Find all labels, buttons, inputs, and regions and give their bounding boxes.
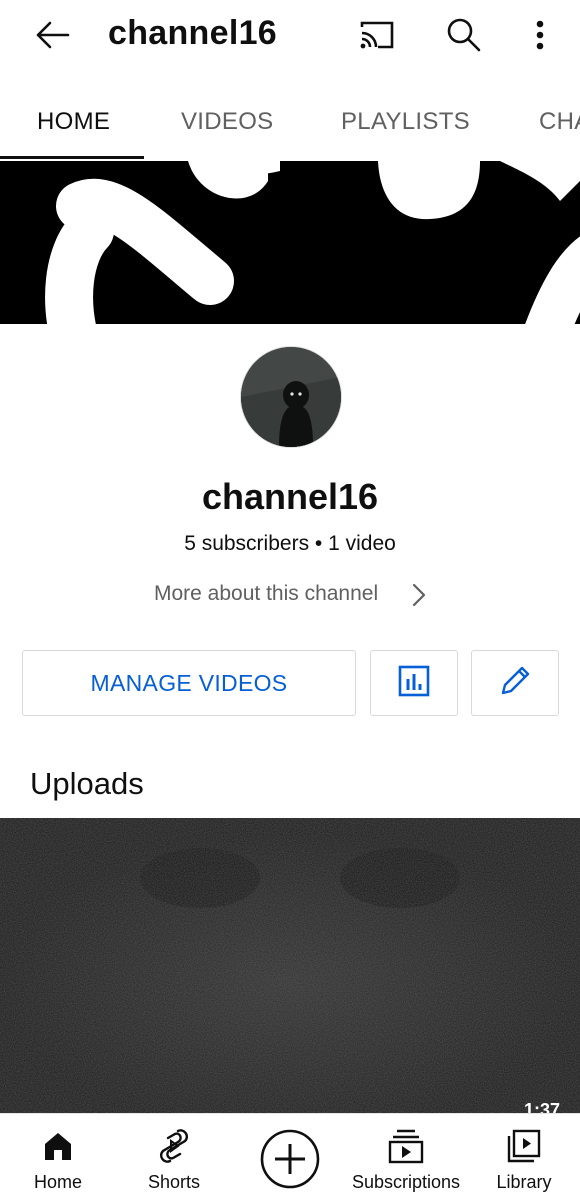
manage-videos-button[interactable]: MANAGE VIDEOS (22, 650, 356, 716)
more-about-channel-link[interactable]: More about this channel (154, 582, 378, 606)
pencil-icon (497, 663, 533, 704)
tab-channels[interactable]: CHA (539, 108, 580, 136)
chevron-right-icon[interactable] (408, 583, 430, 612)
tab-home[interactable]: HOME (37, 108, 110, 136)
avatar[interactable] (240, 346, 342, 448)
top-app-bar: channel16 (0, 0, 580, 72)
video-thumbnail[interactable] (0, 818, 580, 1118)
analytics-button[interactable] (370, 650, 458, 716)
nav-label-shorts: Shorts (147, 1172, 201, 1192)
active-tab-indicator (0, 156, 144, 159)
create-plus-icon (259, 1128, 321, 1195)
library-icon (506, 1128, 542, 1169)
nav-subscriptions[interactable]: Subscriptions (346, 1114, 466, 1201)
tab-playlists[interactable]: PLAYLISTS (341, 108, 470, 136)
channel-name: channel16 (201, 476, 379, 517)
nav-shorts[interactable]: Shorts (134, 1114, 214, 1201)
channel-tabs: HOME VIDEOS PLAYLISTS CHA (0, 84, 580, 160)
cast-icon[interactable] (352, 14, 400, 56)
nav-label-subscriptions: Subscriptions (351, 1172, 461, 1192)
nav-library[interactable]: Library (488, 1114, 560, 1201)
channel-banner (0, 161, 580, 324)
channel-stats: 5 subscribers • 1 video (184, 532, 396, 555)
bottom-navigation: Home Shorts Subscriptions Library (0, 1113, 580, 1201)
nav-create[interactable] (250, 1114, 330, 1201)
nav-home[interactable]: Home (20, 1114, 96, 1201)
tab-videos[interactable]: VIDEOS (181, 108, 274, 136)
page-title: channel16 (108, 14, 277, 52)
subscriptions-icon (387, 1128, 425, 1169)
search-icon[interactable] (440, 12, 488, 58)
edit-channel-button[interactable] (471, 650, 559, 716)
analytics-icon (396, 663, 432, 704)
more-vertical-icon[interactable] (520, 12, 560, 58)
nav-label-home: Home (33, 1172, 82, 1192)
shorts-icon (158, 1128, 190, 1169)
uploads-heading: Uploads (30, 766, 144, 801)
home-icon (42, 1130, 74, 1167)
nav-label-library: Library (496, 1172, 552, 1192)
arrow-left-icon[interactable] (28, 14, 76, 56)
